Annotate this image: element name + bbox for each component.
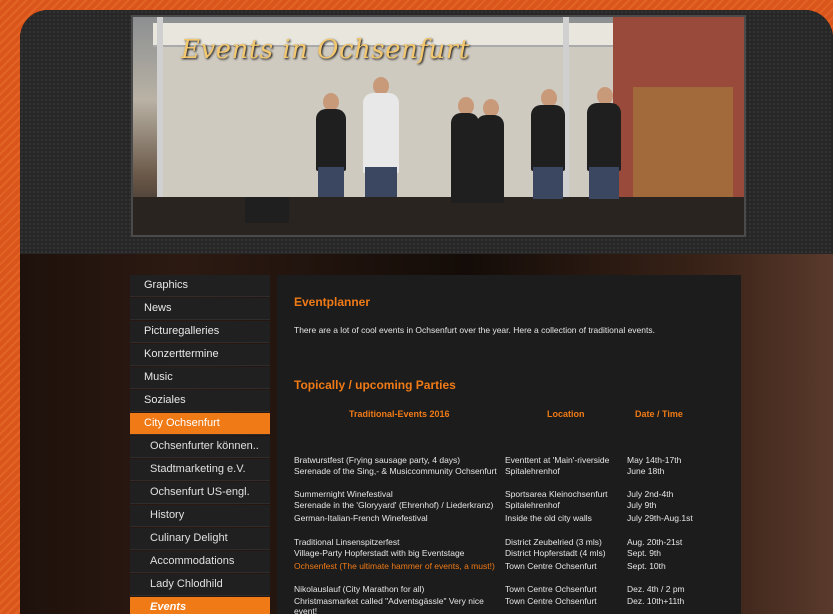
musician xyxy=(476,115,504,203)
main-content: Eventplanner There are a lot of cool eve… xyxy=(277,275,741,614)
event-date: July 29th-Aug.1st xyxy=(627,513,693,523)
musician-kilt xyxy=(589,167,619,199)
page-title: Eventplanner xyxy=(294,295,371,309)
event-date: Dez. 4th / 2 pm xyxy=(627,584,685,594)
musician xyxy=(316,109,346,171)
section-heading: Topically / upcoming Parties xyxy=(294,378,456,392)
sidebar-item-ochsenfurt-us-engl[interactable]: Ochsenfurt US-engl. xyxy=(130,482,270,504)
musician xyxy=(587,103,621,171)
page-frame: Events in Ochsenfurt Graphics News Picture… xyxy=(20,10,833,614)
event-location: Town Centre Ochsenfurt xyxy=(505,561,597,571)
column-header-event: Traditional-Events 2016 xyxy=(349,409,450,419)
amplifier xyxy=(245,197,289,223)
event-location: Spitalehrenhof xyxy=(505,466,560,476)
sidebar-item-culinary-delight[interactable]: Culinary Delight xyxy=(130,528,270,550)
event-name: Nikolauslauf (City Marathon for all) xyxy=(294,584,425,594)
musician-kilt xyxy=(533,167,563,199)
sidebar-item-graphics[interactable]: Graphics xyxy=(130,275,270,297)
musician xyxy=(363,93,399,173)
event-date: July 2nd-4th xyxy=(627,489,674,499)
musician-kilt xyxy=(318,167,344,197)
event-date: Sept. 10th xyxy=(627,561,666,571)
sidebar-item-ochsenfurter-k-nnen[interactable]: Ochsenfurter können.. xyxy=(130,436,270,458)
sidebar-item-picturegalleries[interactable]: Picturegalleries xyxy=(130,321,270,343)
event-location: Spitalehrenhof xyxy=(505,500,560,510)
event-date: July 9th xyxy=(627,500,657,510)
event-name: Ochsenfest (The ultimate hammer of event… xyxy=(294,561,495,571)
sidebar-item-music[interactable]: Music xyxy=(130,367,270,389)
event-location: Sportsarea Kleinochsenfurt xyxy=(505,489,608,499)
event-name: Bratwurstfest (Frying sausage party, 4 d… xyxy=(294,455,461,465)
banner-floor xyxy=(133,197,744,235)
banner-photo: Events in Ochsenfurt xyxy=(131,15,746,237)
intro-text: There are a lot of cool events in Ochsen… xyxy=(294,325,655,335)
column-header-location: Location xyxy=(547,409,585,419)
event-location: Eventtent at 'Main'-riverside xyxy=(505,455,610,465)
sidebar-item-news[interactable]: News xyxy=(130,298,270,320)
event-date: Aug. 20th-21st xyxy=(627,537,683,547)
event-name: Christmasmarket called "Adventsgässle" V… xyxy=(294,596,484,614)
event-date: Sept. 9th xyxy=(627,548,662,558)
event-location: District Hopferstadt (4 mls) xyxy=(505,548,606,558)
event-name: Summernight Winefestival xyxy=(294,489,393,499)
sidebar-item-soziales[interactable]: Soziales xyxy=(130,390,270,412)
sidebar-nav: Graphics News Picturegalleries Konzerttermi… xyxy=(130,275,270,614)
event-location: District Zeubelried (3 mls) xyxy=(505,537,602,547)
event-name: German-Italian-French Winefestival xyxy=(294,513,428,523)
column-header-date: Date / Time xyxy=(635,409,683,419)
musician-kilt xyxy=(365,167,397,197)
sidebar-item-history[interactable]: History xyxy=(130,505,270,527)
event-name: Village-Party Hopferstadt with big Event… xyxy=(294,548,465,558)
event-location: Town Centre Ochsenfurt xyxy=(505,596,597,606)
event-name: Traditional Linsenspitzerfest xyxy=(294,537,400,547)
event-date: June 18th xyxy=(627,466,665,476)
event-location: Town Centre Ochsenfurt xyxy=(505,584,597,594)
event-name: Serenade of the Sing,- & Musiccommunity … xyxy=(294,466,497,476)
event-date: May 14th-17th xyxy=(627,455,682,465)
sidebar-item-lady-chlodhild[interactable]: Lady Chlodhild xyxy=(130,574,270,596)
event-location: Inside the old city walls xyxy=(505,513,592,523)
sidebar-item-stadtmarketing-e-v[interactable]: Stadtmarketing e.V. xyxy=(130,459,270,481)
sidebar-item-events[interactable]: Events xyxy=(130,597,270,614)
musician xyxy=(531,105,565,171)
musician xyxy=(451,113,479,203)
sidebar-item-city-ochsenfurt[interactable]: City Ochsenfurt xyxy=(130,413,270,435)
event-name: Serenade in the 'Gloryyard' (Ehrenhof) /… xyxy=(294,500,494,510)
sidebar-item-konzerttermine[interactable]: Konzerttermine xyxy=(130,344,270,366)
event-date: Dez. 10th+11th xyxy=(627,596,685,606)
sidebar-item-accommodations[interactable]: Accommodations xyxy=(130,551,270,573)
banner-title: Events in Ochsenfurt xyxy=(181,35,470,65)
